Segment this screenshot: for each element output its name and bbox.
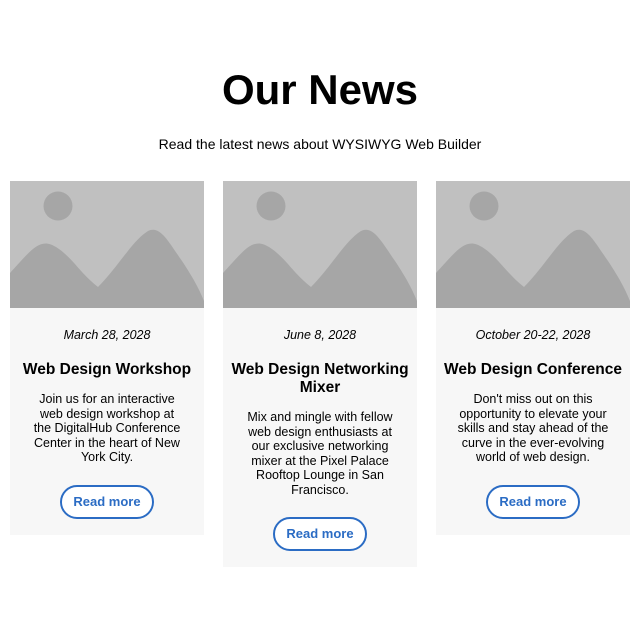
card-description: Join us for an interactive web design wo… xyxy=(33,392,181,464)
news-card: June 8, 2028 Web Design Networking Mixer… xyxy=(223,181,417,567)
card-title: Web Design Networking Mixer xyxy=(231,361,409,396)
read-more-button[interactable]: Read more xyxy=(60,484,154,519)
card-title: Web Design Conference xyxy=(443,361,622,378)
card-date: June 8, 2028 xyxy=(283,328,357,342)
card-description: Don't miss out on this opportunity to el… xyxy=(457,392,609,464)
news-card: March 28, 2028 Web Design Workshop Join … xyxy=(10,181,204,535)
news-card: October 20-22, 2028 Web Design Conferenc… xyxy=(436,181,630,535)
read-more-button[interactable]: Read more xyxy=(486,484,580,519)
card-description: Mix and mingle with fellow web design en… xyxy=(247,410,393,497)
page-subtitle: Read the latest news about WYSIWYG Web B… xyxy=(158,136,482,152)
image-placeholder-icon xyxy=(436,181,630,308)
image-placeholder-icon xyxy=(10,181,204,308)
card-date: March 28, 2028 xyxy=(63,328,151,342)
card-date: October 20-22, 2028 xyxy=(475,328,591,342)
image-placeholder-icon xyxy=(223,181,417,308)
page-title: Our News xyxy=(221,66,419,113)
read-more-button[interactable]: Read more xyxy=(273,517,367,551)
card-title: Web Design Workshop xyxy=(22,361,192,378)
